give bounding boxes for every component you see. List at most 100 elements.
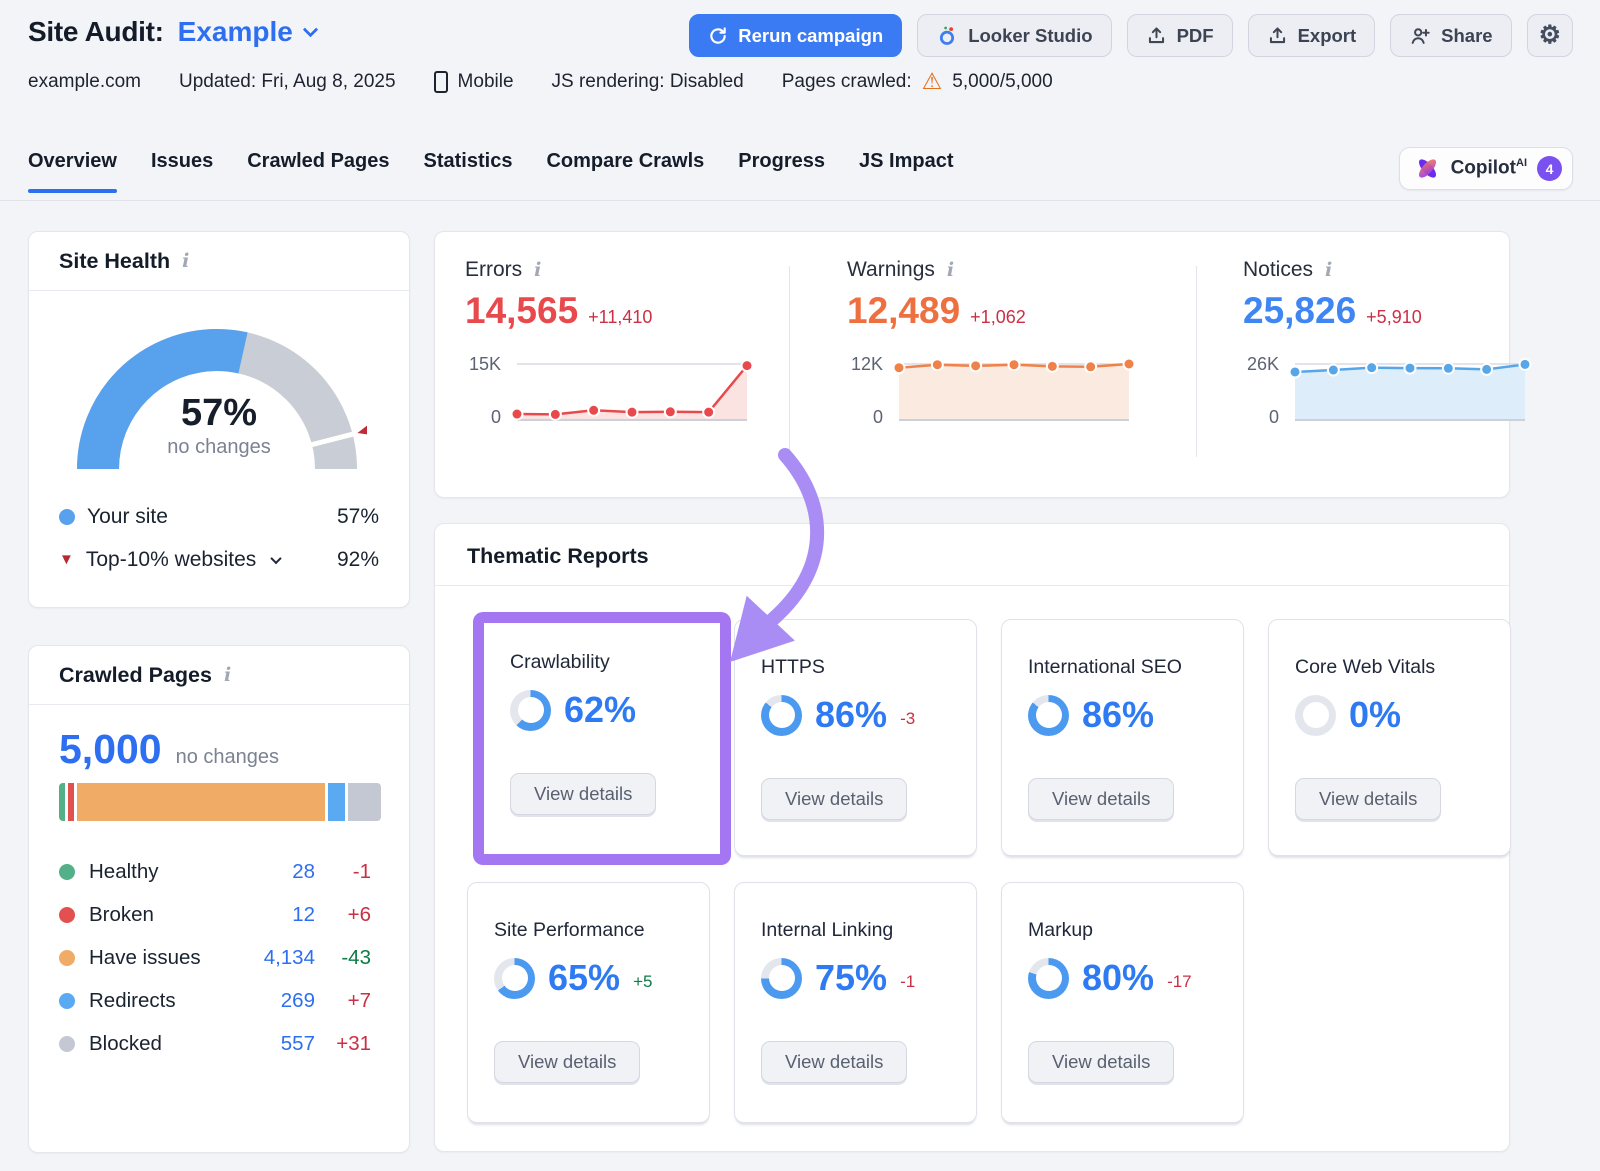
legend-row-blocked: Blocked 557 +31 <box>59 1022 371 1065</box>
legend-value-link[interactable]: 269 <box>235 989 315 1013</box>
orange-dot-icon <box>59 950 75 966</box>
info-icon[interactable]: i <box>1325 259 1332 281</box>
legend-value-link[interactable]: 557 <box>235 1032 315 1056</box>
info-icon[interactable]: i <box>224 664 231 686</box>
axis-max-label: 12K <box>851 354 883 375</box>
tab-crawled-pages[interactable]: Crawled Pages <box>247 150 389 191</box>
tabs-divider <box>0 200 1600 201</box>
pages-crawled-value: 5,000/5,000 <box>952 71 1052 93</box>
export-button[interactable]: Export <box>1248 14 1376 57</box>
tab-compare-crawls[interactable]: Compare Crawls <box>546 150 704 191</box>
pages-crawled: Pages crawled: ⚠ 5,000/5,000 <box>782 70 1053 93</box>
thematic-card-internal-linking: Internal Linking 75% -1 View details <box>734 882 977 1123</box>
last-updated: Updated: Fri, Aug 8, 2025 <box>179 71 396 93</box>
notices-trend-chart <box>1289 352 1533 430</box>
tab-js-impact[interactable]: JS Impact <box>859 150 953 191</box>
crawled-pages-change: no changes <box>176 746 279 769</box>
legend-label: Healthy <box>89 860 159 884</box>
bar-segment-broken[interactable] <box>68 783 74 821</box>
crawled-pages-stacked-bar[interactable] <box>59 783 381 821</box>
thematic-card-markup: Markup 80% -17 View details <box>1001 882 1244 1123</box>
warning-icon[interactable]: ⚠ <box>922 70 943 93</box>
bar-segment-blocked[interactable] <box>348 783 381 821</box>
stat-delta: +11,410 <box>588 307 652 328</box>
issues-summary-panel: Errorsi 14,565 +11,410 15K0 Warningsi 12… <box>434 231 1510 498</box>
legend-label: Your site <box>87 505 168 529</box>
notices-stat: Noticesi 25,826 +5,910 26K0 <box>1243 232 1543 497</box>
view-details-button[interactable]: View details <box>1028 778 1174 820</box>
view-details-button[interactable]: View details <box>1295 778 1441 820</box>
stat-delta: +1,062 <box>970 307 1026 328</box>
copilot-label: CopilotAI <box>1451 157 1527 179</box>
thematic-card-site-performance: Site Performance 65% +5 View details <box>467 882 710 1123</box>
score-value: 62% <box>564 689 636 731</box>
axis-min-label: 0 <box>1269 407 1279 428</box>
thematic-reports-title: Thematic Reports <box>467 544 649 569</box>
bar-segment-healthy[interactable] <box>59 783 65 821</box>
view-details-button[interactable]: View details <box>494 1041 640 1083</box>
rerun-campaign-button[interactable]: Rerun campaign <box>689 14 902 57</box>
score-ring <box>494 958 535 999</box>
info-icon[interactable]: i <box>182 250 189 272</box>
thematic-card-title: Markup <box>1028 919 1093 942</box>
score-value: 75% <box>815 957 887 999</box>
site-health-title: Site Health <box>59 249 170 274</box>
copilot-button[interactable]: CopilotAI 4 <box>1399 147 1573 190</box>
stat-value[interactable]: 14,565 <box>465 290 578 332</box>
tab-progress[interactable]: Progress <box>738 150 825 191</box>
project-name[interactable]: Example <box>178 16 293 48</box>
stat-delta: +5,910 <box>1366 307 1422 328</box>
thematic-card-international-seo: International SEO 86% View details <box>1001 619 1244 856</box>
tab-issues[interactable]: Issues <box>151 150 213 191</box>
legend-value-link[interactable]: 4,134 <box>235 946 315 970</box>
share-button[interactable]: Share <box>1390 14 1511 57</box>
stat-title: Notices <box>1243 258 1313 282</box>
view-details-button[interactable]: View details <box>761 778 907 820</box>
thematic-card-title: HTTPS <box>761 656 825 679</box>
pdf-button[interactable]: PDF <box>1127 14 1233 57</box>
errors-trend-chart <box>511 352 755 430</box>
mobile-icon <box>434 71 448 93</box>
view-details-button[interactable]: View details <box>510 773 656 815</box>
site-audit-page: Site Audit: Example Rerun campaign Looke… <box>0 0 1600 1171</box>
legend-delta: +7 <box>315 989 371 1013</box>
bar-segment-redirects[interactable] <box>328 783 344 821</box>
legend-value-link[interactable]: 28 <box>235 860 315 884</box>
settings-button[interactable]: ⚙ <box>1527 14 1573 57</box>
looker-studio-icon <box>936 25 958 47</box>
upload-icon <box>1146 25 1167 46</box>
chevron-down-icon <box>303 21 319 37</box>
stat-value[interactable]: 25,826 <box>1243 290 1356 332</box>
legend-row-healthy: Healthy 28 -1 <box>59 850 371 893</box>
thematic-card-https: HTTPS 86% -3 View details <box>734 619 977 856</box>
tab-statistics[interactable]: Statistics <box>424 150 513 191</box>
legend-label: Broken <box>89 903 154 927</box>
thematic-card-title: International SEO <box>1028 656 1182 679</box>
thematic-reports-panel: Thematic Reports Crawlability 62% View d… <box>434 523 1510 1152</box>
js-rendering-status: JS rendering: Disabled <box>552 71 744 93</box>
view-details-button[interactable]: View details <box>761 1041 907 1083</box>
upload-icon <box>1267 25 1288 46</box>
bar-segment-have-issues[interactable] <box>77 783 325 821</box>
site-health-change: no changes <box>29 436 409 459</box>
score-value: 86% <box>1082 694 1154 736</box>
info-icon[interactable]: i <box>947 259 954 281</box>
stat-value[interactable]: 12,489 <box>847 290 960 332</box>
project-selector[interactable]: Example <box>178 16 316 48</box>
tab-overview[interactable]: Overview <box>28 150 117 191</box>
score-value: 65% <box>548 957 620 999</box>
gear-icon: ⚙ <box>1539 23 1561 48</box>
looker-studio-button[interactable]: Looker Studio <box>917 14 1111 57</box>
info-icon[interactable]: i <box>534 259 541 281</box>
score-value: 80% <box>1082 957 1154 999</box>
legend-value-link[interactable]: 12 <box>235 903 315 927</box>
crawled-pages-total[interactable]: 5,000 <box>59 726 162 773</box>
view-details-button[interactable]: View details <box>1028 1041 1174 1083</box>
divider <box>1196 266 1197 457</box>
stat-title: Warnings <box>847 258 935 282</box>
chevron-down-icon[interactable] <box>271 552 282 563</box>
copilot-badge: 4 <box>1537 156 1562 181</box>
score-ring <box>1295 695 1336 736</box>
score-ring <box>510 690 551 731</box>
legend-label: Redirects <box>89 989 176 1013</box>
